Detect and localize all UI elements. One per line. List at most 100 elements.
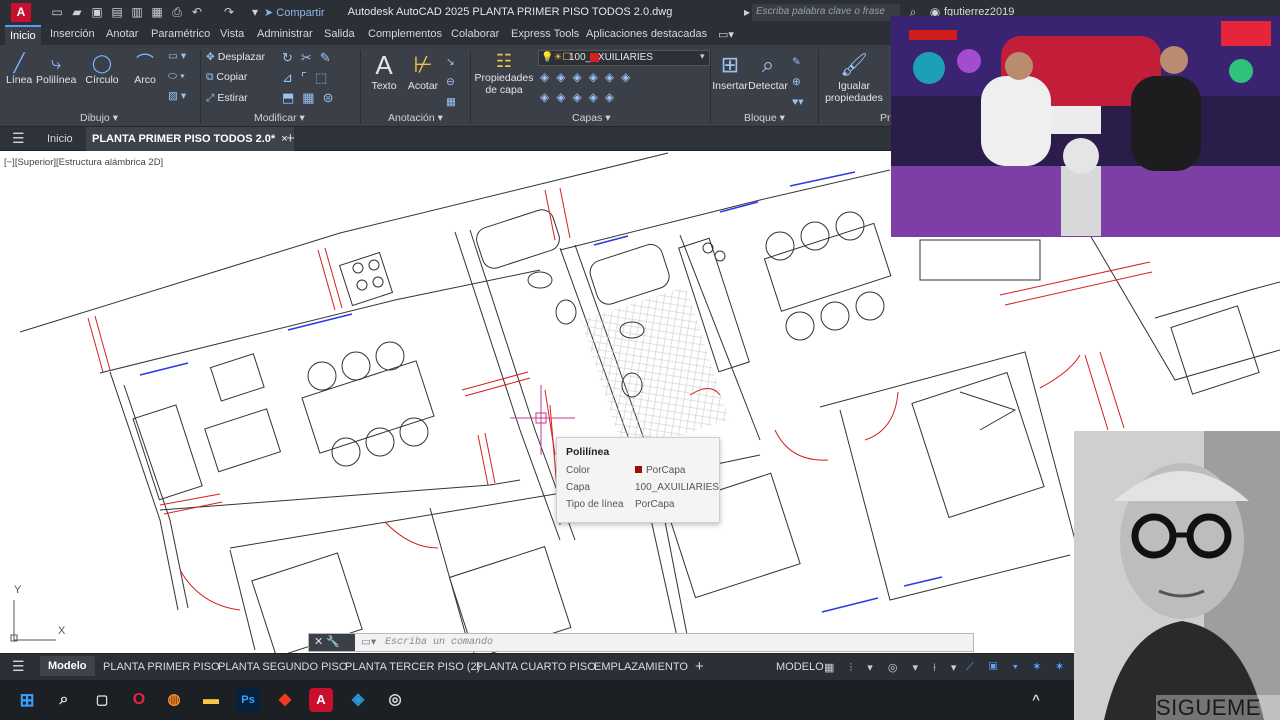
windows-start-icon[interactable]: ⊞ [15,688,39,712]
app-diamond-icon[interactable]: ◆ [273,688,297,712]
layer-tools-row1-icon[interactable]: ◈◈◈◈◈◈ [540,70,637,84]
panel-title-modificar[interactable]: Modificar ▾ [254,112,305,124]
ucs-y-label: Y [14,584,22,596]
sketchup-icon[interactable]: ◈ [346,688,370,712]
panel-title-anotacion[interactable]: Anotación ▾ [388,112,443,124]
new-tab-button[interactable]: + [286,130,295,147]
divider [818,50,819,124]
tab-layout[interactable]: PLANTA CUARTO PISO [476,661,596,673]
copy-button[interactable]: ⧉ Copiar [206,71,247,84]
tray-chevron-icon[interactable]: ^ [1024,688,1048,712]
insert-icon: ⊞ [720,52,740,77]
detect-icon: ⌕ [761,52,775,77]
panel-title-bloque[interactable]: Bloque ▾ [744,112,785,124]
tab-express-tools[interactable]: Express Tools [511,28,579,40]
leader-icon[interactable]: ↘ ⊖ ▦ [446,52,456,112]
dimension-button[interactable]: ⊬ Acotar [404,50,442,92]
divider [710,50,711,124]
tab-anotar[interactable]: Anotar [106,28,138,40]
photoshop-icon[interactable]: Ps [236,688,260,712]
tooltip-label: Tipo de línea [566,499,624,510]
tab-layout[interactable]: PLANTA PRIMER PISO [103,661,220,673]
tab-aplicaciones-destacadas[interactable]: Aplicaciones destacadas [586,28,707,40]
gradient-icon[interactable]: ▨ ▾ [168,90,186,102]
file-menu-icon[interactable]: ☰ [12,130,25,147]
firefox-icon[interactable]: ◍ [162,688,186,712]
move-button[interactable]: ✥ Desplazar [206,51,265,63]
command-input[interactable]: Escriba un comando [385,637,493,648]
text-icon: A [375,50,393,80]
tooltip-color-swatch [635,466,642,473]
add-layout-button[interactable]: + [695,658,704,675]
circle-button[interactable]: ◯ Círculo [82,52,122,86]
status-bar-icons[interactable]: ▦ ⫶ ▾ ◎ ▾ ⟊ ▾ [824,661,962,675]
task-view-icon[interactable]: ▢ [90,688,114,712]
panel-title-capas[interactable]: Capas ▾ [572,112,611,124]
rotate-icon[interactable]: ↻✂✎ [282,50,339,66]
tab-insercion[interactable]: Inserción [50,28,95,40]
polyline-icon: ⤷ [50,53,62,73]
tooltip-title: Polilínea [566,446,610,458]
move-icon: ✥ [206,51,215,63]
layout-menu-icon[interactable]: ☰ [12,658,25,675]
tab-inicio[interactable]: Inicio [5,25,41,45]
tab-layout[interactable]: PLANTA TERCER PISO (2) [345,661,480,673]
file-explorer-icon[interactable]: ▬ [199,688,223,712]
webcam-overlay-stream [891,16,1280,237]
opera-icon[interactable]: O [127,688,151,712]
tab-model[interactable]: Modelo [40,656,95,676]
copy-icon: ⧉ [206,71,214,83]
line-button[interactable]: ╱ Línea [6,52,32,86]
dimension-icon: ⊬ [413,52,433,77]
tooltip-label: Color [566,465,590,476]
obs-icon[interactable]: ◎ [383,688,407,712]
model-space-toggle[interactable]: MODELO [776,661,824,673]
line-icon: ╱ [13,53,25,73]
tab-vista[interactable]: Vista [220,28,244,40]
divider [200,50,201,124]
close-icon: ✕ [314,636,324,648]
tooltip-value: 100_AXUILIARIES [635,482,719,493]
snap-toggle-icons[interactable]: ⟋ ▣ ▾ ✶ ✶ [966,661,1069,674]
scale-icon[interactable]: ⬒▦⊜ [282,90,341,106]
search-icon[interactable]: ⌕ [52,688,76,712]
tab-salida[interactable]: Salida [324,28,355,40]
tooltip-value: PorCapa [635,499,675,510]
stretch-button[interactable]: ⤢ Estirar [206,92,248,105]
webcam-overlay-portrait: SIGUEME :3 [1074,431,1280,720]
arc-button[interactable]: ⌒ Arco [130,52,160,86]
layer-tools-row2-icon[interactable]: ◈◈◈◈◈ [540,90,621,104]
text-button[interactable]: A Texto [368,50,400,92]
insert-block-button[interactable]: ⊞ Insertar [712,50,748,92]
tab-parametrico[interactable]: Paramétrico [151,28,210,40]
block-tools-icon[interactable]: ✎ ⊕ ♥▾ [792,52,804,112]
tab-layout[interactable]: EMPLAZAMIENTO [594,661,688,673]
hatch-icon[interactable]: ⬭ ▾ [168,70,185,83]
tab-colaborar[interactable]: Colaborar [451,28,499,40]
tab-layout[interactable]: PLANTA SEGUNDO PISO [218,661,347,673]
command-history-icon[interactable]: ▭▾ [361,636,376,648]
tab-home[interactable]: Inicio [47,133,73,145]
search-input[interactable]: Escriba palabra clave o frase [752,4,900,21]
panel-title-dibujo[interactable]: Dibujo ▾ [80,112,118,124]
tab-complementos[interactable]: Complementos [368,28,442,40]
mirror-icon[interactable]: ⊿⌜⬚ [282,70,335,86]
command-line-controls[interactable]: ✕ 🔧 [309,634,355,651]
ribbon-more-icon[interactable]: ▭▾ [718,28,734,41]
rectangle-icon[interactable]: ▭ ▾ [168,50,186,62]
layer-properties-button[interactable]: ☷ Propiedades de capa [474,50,534,96]
ucs-x-label: X [58,625,66,637]
layer-state-icons[interactable]: 💡☀☐ [541,52,571,63]
autocad-taskbar-icon[interactable]: A [309,688,333,712]
polyline-button[interactable]: ⤷ Polilínea [36,52,76,86]
detect-button[interactable]: ⌕ Detectar [748,50,788,92]
object-tooltip: Polilínea Color PorCapa Capa 100_AXUILIA… [556,437,720,523]
command-line[interactable]: ✕ 🔧 ▭▾ Escriba un comando [308,633,974,652]
layer-dropdown-arrow-icon[interactable]: ▾ [700,51,705,62]
tab-administrar[interactable]: Administrar [257,28,313,40]
layer-properties-icon: ☷ [495,51,513,71]
match-properties-button[interactable]: 🖌 Igualar propiedades [822,50,886,104]
tab-active-drawing[interactable]: PLANTA PRIMER PISO TODOS 2.0* × [86,127,294,151]
circle-icon: ◯ [91,53,113,73]
panel-title-propiedades[interactable]: Pr [880,112,891,124]
